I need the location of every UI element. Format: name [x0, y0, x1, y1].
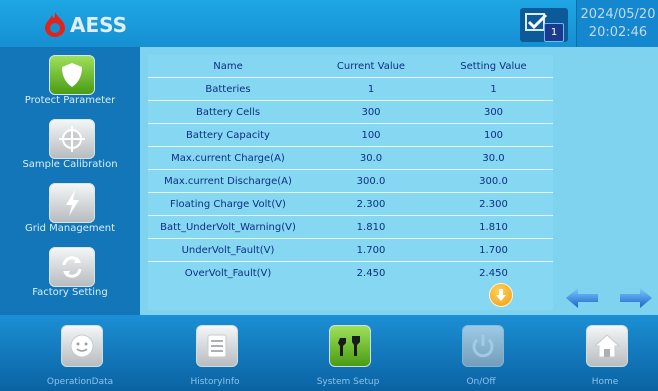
- setting-value[interactable]: 300: [434, 100, 553, 124]
- nav-label: On/Off: [466, 377, 496, 387]
- nav-label: OperationData: [46, 377, 114, 387]
- current-value: 2.450: [308, 261, 434, 284]
- param-name: Batteries: [148, 77, 308, 101]
- table-row: Batteries 1 1: [148, 77, 553, 101]
- nav-label: Home: [591, 377, 619, 387]
- column-header-name: Name: [148, 55, 308, 78]
- sidebar-item-label: Sample Calibration: [22, 159, 118, 170]
- sidebar: Protect Parameter Sample Calibration Gri…: [0, 47, 140, 315]
- setting-value[interactable]: 1: [434, 77, 553, 101]
- param-name: Batt_UnderVolt_Warning(V): [148, 215, 308, 239]
- notification-button[interactable]: 1: [520, 8, 568, 42]
- param-name: Max.current Discharge(A): [148, 169, 308, 193]
- header-bar: AESS 1 2024/05/20 20:02:46: [0, 0, 658, 47]
- nav-history-info[interactable]: HistoryInfo: [150, 315, 280, 391]
- sidebar-item-label: Protect Parameter: [24, 95, 116, 106]
- setting-value[interactable]: 2.300: [434, 192, 553, 216]
- sidebar-item-label: Factory Setting: [32, 287, 108, 298]
- setting-value[interactable]: 300.0: [434, 169, 553, 193]
- setting-value[interactable]: 2.450: [434, 261, 553, 284]
- param-name: UnderVolt_Fault(V): [148, 238, 308, 262]
- table-row: Battery Capacity 100 100: [148, 123, 553, 147]
- table-row: Floating Charge Volt(V) 2.300 2.300: [148, 192, 553, 216]
- current-value: 30.0: [308, 146, 434, 170]
- notification-badge: 1: [544, 23, 564, 42]
- current-value: 300.0: [308, 169, 434, 193]
- tools-icon: [329, 325, 371, 367]
- sidebar-item-sample-calibration[interactable]: Sample Calibration: [0, 111, 140, 175]
- current-value: 100: [308, 123, 434, 147]
- current-value: 300: [308, 100, 434, 124]
- column-header-setting-value: Setting Value: [434, 55, 553, 78]
- nav-operation-data[interactable]: OperationData: [15, 315, 145, 391]
- column-header-current-value: Current Value: [308, 55, 434, 78]
- scroll-down-button[interactable]: [489, 283, 513, 307]
- setting-value[interactable]: 1.810: [434, 215, 553, 239]
- current-value: 1: [308, 77, 434, 101]
- refresh-icon: [49, 247, 95, 287]
- table-row: OverVolt_Fault(V) 2.450 2.450: [148, 261, 553, 284]
- sidebar-item-grid-management[interactable]: Grid Management: [0, 175, 140, 239]
- table-row: UnderVolt_Fault(V) 1.700 1.700: [148, 238, 553, 262]
- lightning-icon: [49, 183, 95, 223]
- table-row: Max.current Discharge(A) 300.0 300.0: [148, 169, 553, 193]
- bottom-nav: OperationData HistoryInfo System Setup O…: [0, 315, 658, 391]
- shield-icon: [49, 55, 95, 95]
- setting-value[interactable]: 100: [434, 123, 553, 147]
- table-row: Batt_UnderVolt_Warning(V) 1.810 1.810: [148, 215, 553, 239]
- nav-system-setup[interactable]: System Setup: [283, 315, 413, 391]
- crosshair-icon: [49, 119, 95, 159]
- param-name: Battery Capacity: [148, 123, 308, 147]
- sidebar-item-label: Grid Management: [24, 223, 116, 234]
- sidebar-item-protect-parameter[interactable]: Protect Parameter: [0, 47, 140, 111]
- table-row: Max.current Charge(A) 30.0 30.0: [148, 146, 553, 170]
- param-name: Battery Cells: [148, 100, 308, 124]
- brand-logo-text: AESS: [70, 13, 128, 37]
- setting-value[interactable]: 30.0: [434, 146, 553, 170]
- datetime-display: 2024/05/20 20:02:46: [576, 0, 658, 47]
- nav-home[interactable]: Home: [540, 315, 658, 391]
- time-text: 20:02:46: [588, 25, 648, 40]
- date-text: 2024/05/20: [580, 7, 656, 22]
- table-row: Battery Cells 300 300: [148, 100, 553, 124]
- current-value: 1.810: [308, 215, 434, 239]
- nav-label: HistoryInfo: [190, 377, 240, 387]
- home-icon: [586, 325, 628, 367]
- nav-label: System Setup: [316, 377, 380, 387]
- list-icon: [196, 325, 238, 367]
- flame-logo-icon: [45, 12, 65, 37]
- previous-page-arrow-icon[interactable]: [564, 287, 600, 309]
- setting-value[interactable]: 1.700: [434, 238, 553, 262]
- table-header-row: Name Current Value Setting Value: [148, 55, 553, 78]
- arrow-down-icon: [496, 289, 506, 301]
- main-content: Name Current Value Setting Value Batteri…: [140, 47, 658, 315]
- power-icon: [462, 325, 504, 367]
- sidebar-item-factory-setting[interactable]: Factory Setting: [0, 239, 140, 303]
- param-name: Max.current Charge(A): [148, 146, 308, 170]
- nav-on-off[interactable]: On/Off: [416, 315, 546, 391]
- current-value: 2.300: [308, 192, 434, 216]
- param-name: OverVolt_Fault(V): [148, 261, 308, 284]
- battery-parameter-table: Name Current Value Setting Value Batteri…: [148, 55, 553, 310]
- next-page-arrow-icon[interactable]: [618, 287, 654, 309]
- current-value: 1.700: [308, 238, 434, 262]
- face-icon: [61, 325, 103, 367]
- param-name: Floating Charge Volt(V): [148, 192, 308, 216]
